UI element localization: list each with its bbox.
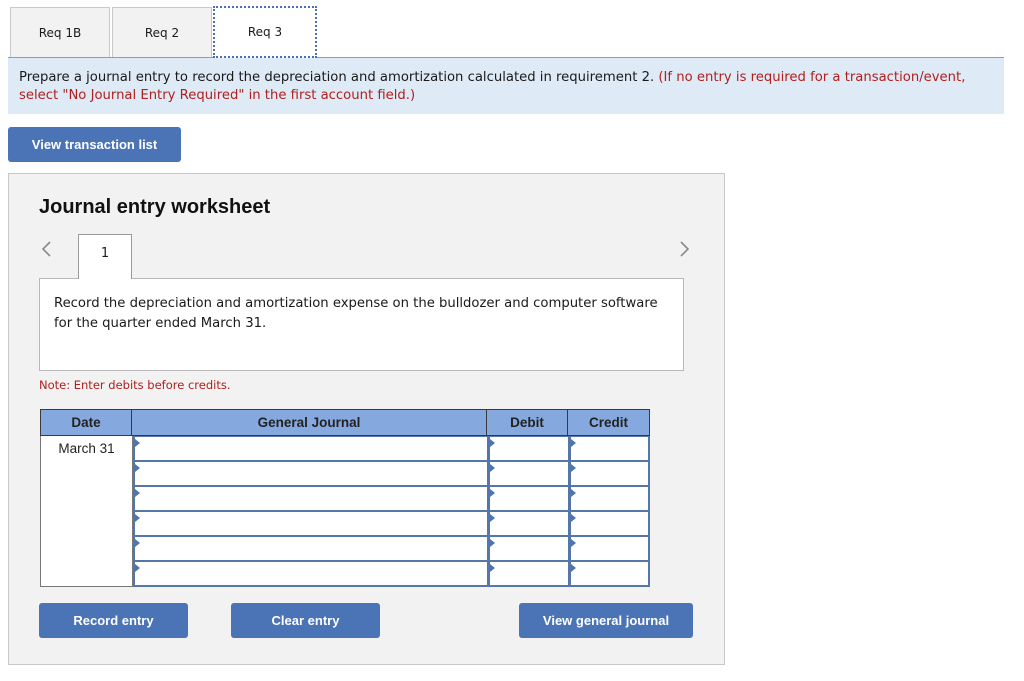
view-general-journal-button[interactable]: View general journal: [519, 603, 693, 638]
credit-input[interactable]: [569, 436, 650, 462]
header-debit: Debit: [487, 410, 568, 435]
date-cell: [40, 561, 133, 587]
table-row: [40, 561, 650, 587]
table-row: March 31: [40, 436, 650, 462]
instruction-text: Prepare a journal entry to record the de…: [19, 70, 655, 85]
tab-req-1b[interactable]: Req 1B: [10, 7, 110, 57]
debit-input[interactable]: [488, 561, 570, 587]
debit-input[interactable]: [488, 486, 570, 512]
tab-req-2[interactable]: Req 2: [112, 7, 212, 57]
table-row: [40, 536, 650, 562]
worksheet-title: Journal entry worksheet: [39, 196, 271, 218]
chevron-right-icon[interactable]: [677, 238, 691, 260]
journal-entry-worksheet-panel: Journal entry worksheet 1 Record the dep…: [8, 173, 725, 665]
date-cell: [40, 511, 133, 537]
credit-input[interactable]: [569, 511, 650, 537]
table-row: [40, 461, 650, 487]
account-input[interactable]: [133, 561, 489, 587]
account-input[interactable]: [133, 511, 489, 537]
record-entry-button[interactable]: Record entry: [39, 603, 188, 638]
header-date: Date: [41, 410, 132, 435]
table-row: [40, 486, 650, 512]
credit-input[interactable]: [569, 561, 650, 587]
credit-input[interactable]: [569, 461, 650, 487]
debit-input[interactable]: [488, 511, 570, 537]
clear-entry-button[interactable]: Clear entry: [231, 603, 380, 638]
credit-input[interactable]: [569, 536, 650, 562]
instruction-bar: Prepare a journal entry to record the de…: [8, 58, 1004, 114]
date-cell: March 31: [40, 436, 133, 462]
credit-input[interactable]: [569, 486, 650, 512]
account-input[interactable]: [133, 461, 489, 487]
debits-note: Note: Enter debits before credits.: [39, 378, 231, 392]
transaction-description: Record the depreciation and amortization…: [39, 278, 684, 371]
date-cell: [40, 461, 133, 487]
view-transaction-list-button[interactable]: View transaction list: [8, 127, 181, 162]
debit-input[interactable]: [488, 461, 570, 487]
date-cell: [40, 486, 133, 512]
debit-input[interactable]: [488, 536, 570, 562]
header-credit: Credit: [588, 415, 628, 430]
table-row: [40, 511, 650, 537]
debit-input[interactable]: [488, 436, 570, 462]
date-cell: [40, 536, 133, 562]
account-input[interactable]: [133, 486, 489, 512]
tab-req-3[interactable]: Req 3: [213, 6, 317, 58]
entry-tab-1[interactable]: 1: [78, 234, 132, 279]
account-input[interactable]: [133, 436, 489, 462]
requirement-tabs: Req 1B Req 2 Req 3: [8, 6, 1004, 58]
account-input[interactable]: [133, 536, 489, 562]
header-general-journal: General Journal: [132, 410, 487, 435]
chevron-left-icon[interactable]: [40, 238, 54, 260]
journal-table-header: Date General Journal Debit Credit: [40, 409, 650, 436]
